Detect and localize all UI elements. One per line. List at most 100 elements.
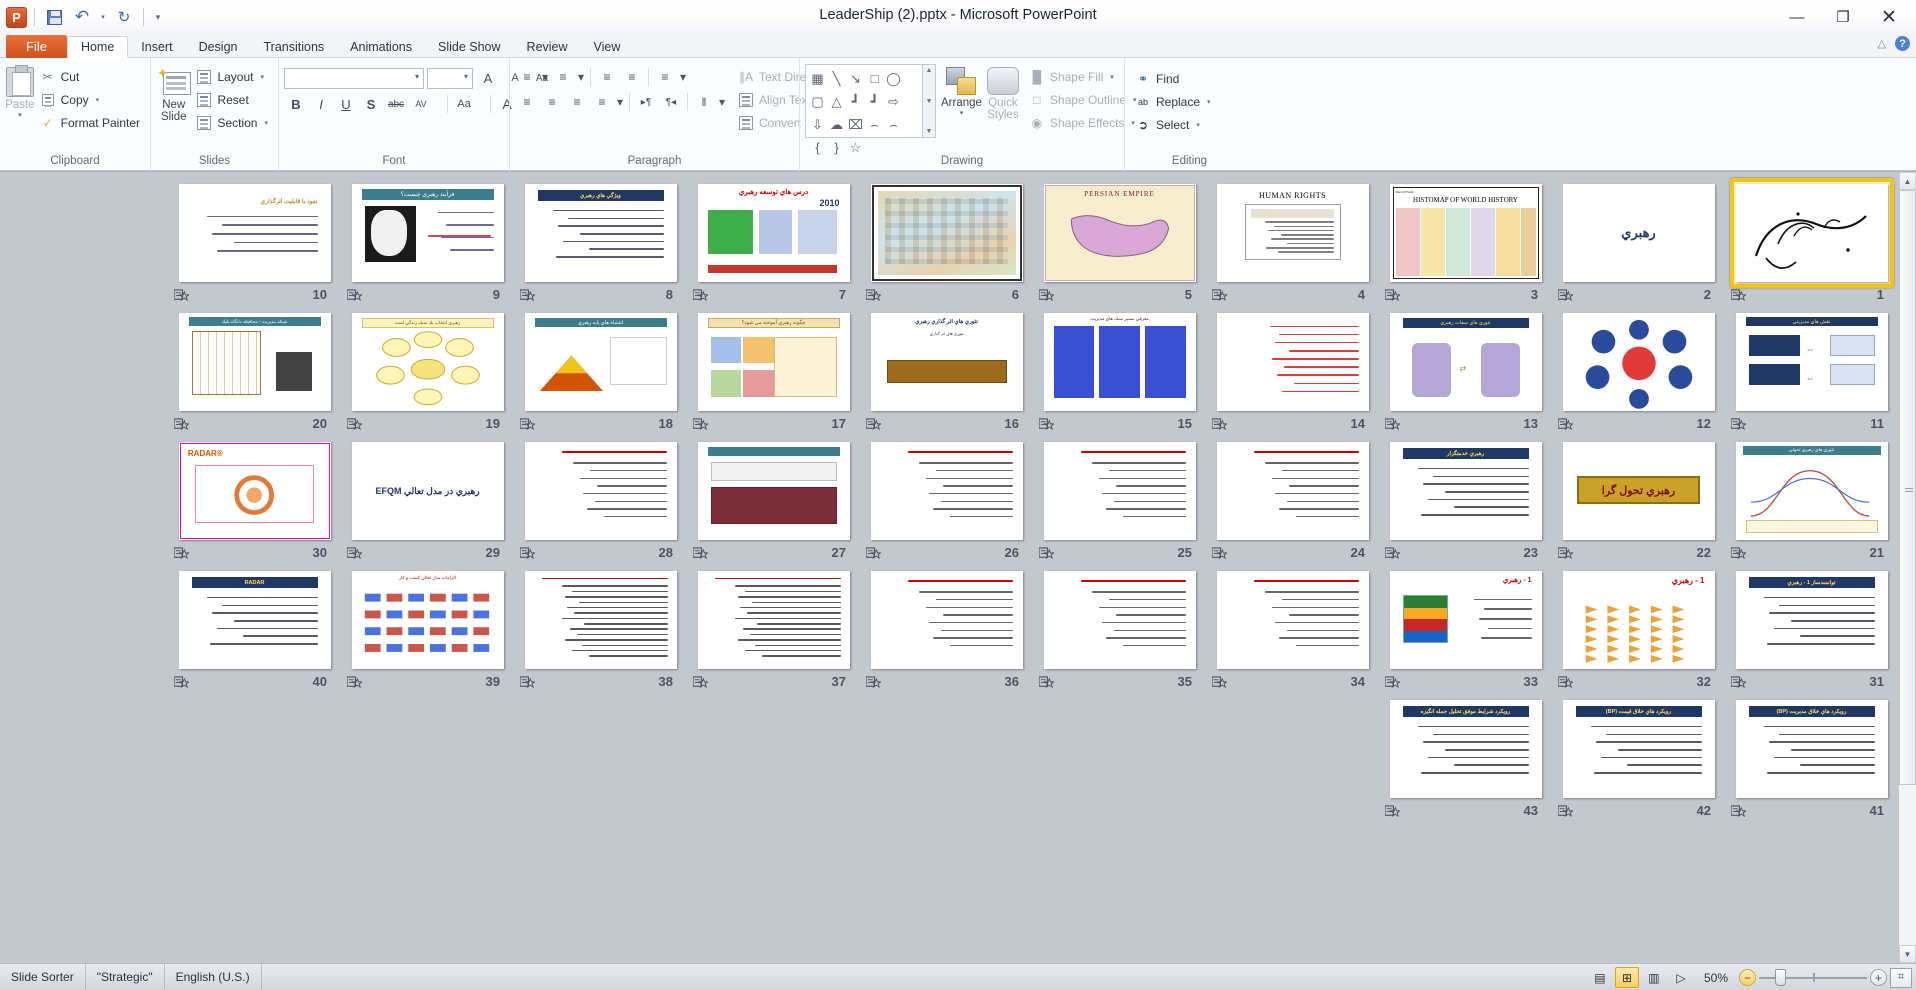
slide-thumbnail-6[interactable]: 6 [860, 180, 1033, 309]
select-button[interactable]: ➲ Select ▾ [1130, 114, 1216, 136]
copy-button[interactable]: Copy ▾ [35, 89, 145, 111]
arrange-button[interactable]: Arrange ▾ [941, 64, 982, 117]
slide-sorter-pane[interactable]: 1 رهبري 2 Rand MᶜNally HISTOMAP OF WORLD… [0, 171, 1916, 963]
slide-thumbnail-23[interactable]: رهبري خدمتگزار 23 [1379, 438, 1552, 567]
transition-star-icon[interactable] [1384, 418, 1402, 432]
transition-star-icon[interactable] [1384, 547, 1402, 561]
slide-thumbnail-40[interactable]: RADAR 40 [168, 567, 341, 696]
transition-star-icon[interactable] [1211, 676, 1229, 690]
slide-thumbnail-16[interactable]: تئوري هاي اثر گذاري رهبري تئوري هاي اثر … [860, 309, 1033, 438]
slide-thumbnail-19[interactable]: رهبري انتخاب يك سبك زندگي است 19 [341, 309, 514, 438]
find-button[interactable]: ⚭ Find [1130, 68, 1216, 90]
slide-thumbnail-41[interactable]: رويكرد هاي خلاق مديريت (BP) 41 [1725, 696, 1898, 825]
slide-thumbnail-7[interactable]: درس هاي توسعه رهبري 2010 7 [687, 180, 860, 309]
slide-thumbnail-42[interactable]: رويكرد هاي خلاق قيمت (BP) 42 [1552, 696, 1725, 825]
transition-star-icon[interactable] [519, 676, 537, 690]
slide-show-button[interactable]: ▷ [1669, 967, 1693, 988]
tab-insert[interactable]: Insert [128, 36, 185, 58]
slide-thumbnail-25[interactable]: 25 [1033, 438, 1206, 567]
shapes-gallery-scroll[interactable]: ▲ ▼ ▼ [923, 64, 936, 138]
slide-thumbnail-frame[interactable]: رهبري تحول گرا [1552, 438, 1725, 544]
transition-star-icon[interactable] [1211, 547, 1229, 561]
transition-star-icon[interactable] [692, 418, 710, 432]
slide-thumbnail-frame[interactable] [860, 180, 1033, 286]
grow-font-button[interactable]: A [476, 67, 500, 89]
slide-thumbnail-frame[interactable]: رويكرد هاي خلاق قيمت (BP) [1552, 696, 1725, 802]
slide-thumbnail-frame[interactable]: اشتباه هاي پايه رهبري [514, 309, 687, 415]
change-case-dropdown[interactable] [477, 93, 486, 115]
format-painter-button[interactable]: ✓ Format Painter [35, 112, 145, 134]
transition-star-icon[interactable] [865, 676, 883, 690]
columns-button[interactable]: ‖ [692, 91, 716, 113]
slide-thumbnail-frame[interactable] [1033, 438, 1206, 544]
scroll-up-icon[interactable]: ▲ [926, 67, 933, 74]
tab-view[interactable]: View [581, 36, 634, 58]
italic-button[interactable]: I [309, 93, 333, 115]
slide-thumbnail-20[interactable]: شبكه مديريت - محافظه دانگاه بليك 20 [168, 309, 341, 438]
slide-thumbnail-35[interactable]: 35 [1033, 567, 1206, 696]
new-slide-button[interactable]: ✦ New Slide [156, 64, 191, 123]
transition-star-icon[interactable] [1384, 676, 1402, 690]
transition-star-icon[interactable] [1038, 418, 1056, 432]
transition-star-icon[interactable] [1211, 289, 1229, 303]
shape-freeform-icon[interactable]: ⌧ [846, 113, 865, 136]
transition-star-icon[interactable] [346, 418, 364, 432]
rtl-button[interactable]: ¶◂ [659, 91, 683, 113]
tab-review[interactable]: Review [514, 36, 581, 58]
tab-design[interactable]: Design [186, 36, 251, 58]
slide-thumbnail-frame[interactable]: HUMAN RIGHTS [1206, 180, 1379, 286]
bullets-button[interactable]: ≡ [515, 66, 539, 88]
slide-thumbnail-frame[interactable] [860, 567, 1033, 673]
ltr-button[interactable]: ▸¶ [634, 91, 658, 113]
transition-star-icon[interactable] [346, 289, 364, 303]
shape-elbow-icon[interactable]: ┛ [846, 90, 865, 113]
transition-star-icon[interactable] [1384, 805, 1402, 819]
slide-thumbnail-frame[interactable]: معرفي مسير سبك هاي مديريت [1033, 309, 1206, 415]
slide-thumbnail-2[interactable]: رهبري 2 [1552, 180, 1725, 309]
slide-thumbnail-frame[interactable]: ويژگي هاي رهبري [514, 180, 687, 286]
shape-cloud-icon[interactable]: ☁ [827, 113, 846, 136]
line-spacing-button[interactable]: ≡ [653, 66, 677, 88]
slide-thumbnail-11[interactable]: نقش هاي مديريتي ⇔ ⇔ 11 [1725, 309, 1898, 438]
slide-thumbnail-frame[interactable]: تئوري هاي سفات رهبري ⇄ [1379, 309, 1552, 415]
bold-button[interactable]: B [284, 93, 308, 115]
slide-thumbnail-37[interactable]: 37 [687, 567, 860, 696]
close-button[interactable]: ✕ [1866, 2, 1912, 32]
shape-arrow-icon[interactable]: ↘ [846, 67, 865, 90]
paste-button[interactable]: Paste ▾ [5, 64, 35, 119]
minimize-button[interactable]: — [1774, 2, 1820, 32]
slide-thumbnail-9[interactable]: فرآيند رهبري چيست؟ 9 [341, 180, 514, 309]
slide-thumbnail-31[interactable]: توانمندساز 1 - رهبري 31 [1725, 567, 1898, 696]
transition-star-icon[interactable] [692, 676, 710, 690]
scroll-down-button[interactable]: ▼ [1899, 945, 1916, 963]
numbering-dropdown[interactable]: ▾ [576, 66, 586, 88]
scrollbar-track[interactable] [1899, 190, 1916, 945]
transition-star-icon[interactable] [519, 289, 537, 303]
vertical-scrollbar[interactable]: ▲ ▼ [1898, 172, 1916, 963]
transition-star-icon[interactable] [519, 547, 537, 561]
shape-triangle-icon[interactable]: △ [827, 90, 846, 113]
fit-slide-to-window-button[interactable]: ⌗ [1890, 967, 1912, 988]
section-button[interactable]: Section ▾ [191, 112, 273, 134]
slide-thumbnail-frame[interactable] [1206, 309, 1379, 415]
transition-star-icon[interactable] [865, 289, 883, 303]
slide-thumbnail-frame[interactable] [1033, 567, 1206, 673]
transition-star-icon[interactable] [1557, 805, 1575, 819]
slide-thumbnail-frame[interactable] [1206, 438, 1379, 544]
transition-star-icon[interactable] [1730, 547, 1748, 561]
slide-thumbnail-frame[interactable]: نقش هاي مديريتي ⇔ ⇔ [1725, 309, 1898, 415]
transition-star-icon[interactable] [1557, 418, 1575, 432]
tab-home[interactable]: Home [66, 36, 129, 58]
slide-thumbnail-13[interactable]: تئوري هاي سفات رهبري ⇄ 13 [1379, 309, 1552, 438]
transition-star-icon[interactable] [173, 418, 191, 432]
transition-star-icon[interactable] [865, 547, 883, 561]
slide-thumbnail-8[interactable]: ويژگي هاي رهبري 8 [514, 180, 687, 309]
slide-thumbnail-33[interactable]: 1 - رهبري 33 [1379, 567, 1552, 696]
slide-thumbnail-frame[interactable]: توانمندساز 1 - رهبري [1725, 567, 1898, 673]
slide-thumbnail-frame[interactable]: شبكه مديريت - محافظه دانگاه بليك [168, 309, 341, 415]
tab-file[interactable]: File [6, 35, 67, 58]
transition-star-icon[interactable] [346, 676, 364, 690]
tab-animations[interactable]: Animations [337, 36, 425, 58]
tab-transitions[interactable]: Transitions [250, 36, 337, 58]
shape-rounded-rect-icon[interactable]: ▢ [808, 90, 827, 113]
